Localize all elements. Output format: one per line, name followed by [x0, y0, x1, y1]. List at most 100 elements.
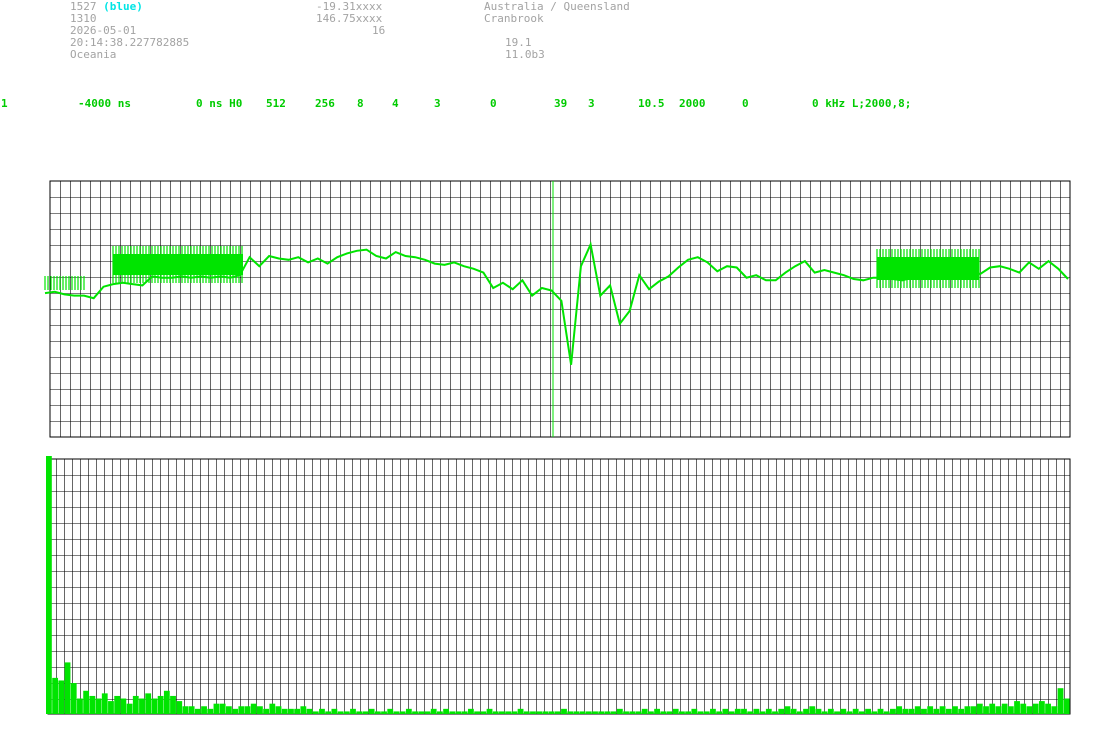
spectrum-bar [747, 711, 754, 714]
spectrum-bar [790, 708, 797, 714]
spectrum-bar [430, 708, 437, 714]
spectrum-bar [1032, 703, 1039, 714]
spectrum-bar [95, 698, 102, 714]
spectrum-bar [1020, 703, 1027, 714]
spectrum-bar [126, 703, 133, 714]
spectrum-bar [865, 708, 872, 714]
spectrum-bar [598, 711, 605, 714]
spectrum-bar [449, 711, 456, 714]
spectrum-bar [418, 711, 425, 714]
spectrum-bar [244, 706, 251, 714]
spectrum-bar [505, 711, 512, 714]
spectrum-bar [616, 708, 623, 714]
spectrum-bar [399, 711, 406, 714]
spectrum-bar [114, 695, 121, 714]
spectrum-bar [443, 708, 449, 714]
spectrum-bar [672, 708, 679, 714]
spectrum-bar [412, 711, 418, 714]
spectrum-bar [523, 711, 530, 714]
spectrum-bar [232, 708, 238, 714]
spectrum-bar [803, 708, 809, 714]
spectrum-bar [238, 706, 245, 714]
spectrum-bar [157, 695, 164, 714]
spectrum-bar [455, 711, 462, 714]
spectrum-bar [902, 708, 909, 714]
spectrum-bar [846, 711, 853, 714]
spectrum-bar [759, 711, 766, 714]
spectrum-bar [958, 708, 965, 714]
spectrum-bar [554, 711, 561, 714]
spectrum-bar [666, 711, 673, 714]
spectrum-bar [964, 706, 971, 714]
spectrum-bar [250, 703, 257, 714]
spectrum-bar [511, 711, 518, 714]
spectrum-bar [660, 711, 667, 714]
spectrum-bar [120, 698, 127, 714]
spectrum-bar [46, 456, 52, 714]
spectrum-bar [834, 711, 840, 714]
spectrum-bar [132, 695, 139, 714]
spectrum-bar [269, 703, 276, 714]
spectrum-bar [70, 683, 77, 714]
spectrum-bar [474, 711, 481, 714]
spectrum-bar [499, 711, 505, 714]
spectrum-bar [263, 708, 270, 714]
spectrum-bar [492, 711, 499, 714]
spectrum-bar [921, 708, 927, 714]
spectrum-bar [592, 711, 598, 714]
spectrum-bar [517, 708, 524, 714]
spectrum-bar [343, 711, 350, 714]
spectrum-bar [350, 708, 356, 714]
spectrum-bar [486, 708, 493, 714]
spectrum-bar [225, 706, 232, 714]
spectrum-bar [1045, 703, 1051, 714]
spectrum-bar [623, 711, 629, 714]
spectrum-bar [1001, 703, 1008, 714]
spectrum-bar [108, 701, 114, 714]
spectrum-bar [461, 711, 468, 714]
spectrum-bar [722, 708, 729, 714]
spectrum-bar [567, 711, 574, 714]
spectrum-bar [827, 708, 834, 714]
spectrum-bar [927, 706, 934, 714]
spectrum-bar [436, 711, 443, 714]
spectrum-bar [145, 693, 152, 714]
spectrum-bar [728, 711, 735, 714]
spectrum-bar [542, 711, 549, 714]
spectrum-bar [877, 708, 884, 714]
spectrum-bar [219, 703, 226, 714]
spectrum-bar [356, 711, 363, 714]
spectrum-bar [883, 711, 890, 714]
spectrum-bar [1063, 698, 1070, 714]
spectrum-bar [101, 693, 108, 714]
spectrum-bar [312, 711, 319, 714]
spectrum-bar [257, 706, 263, 714]
spectrum-bar [784, 706, 791, 714]
spectrum-bar [83, 690, 90, 714]
spectrum-bar [325, 711, 332, 714]
spectrum-bar [610, 711, 617, 714]
spectrum-bar [989, 703, 996, 714]
spectrum-bar [194, 708, 201, 714]
spectrum-bar [710, 708, 716, 714]
spectrum-bar [1038, 701, 1045, 714]
spectrum-bar [852, 708, 859, 714]
spectrum-bar [691, 708, 698, 714]
spectrum-bar [604, 711, 611, 714]
spectrum-bar [685, 711, 692, 714]
spectrum-bar [871, 711, 878, 714]
spectrum-bar [281, 708, 288, 714]
spectrum-bar [151, 698, 158, 714]
spectrum-bar [734, 708, 741, 714]
spectrum-bar [573, 711, 580, 714]
spectrum-bar [294, 708, 301, 714]
spectrum-bar [288, 708, 294, 714]
spectrum-bar [300, 706, 307, 714]
spectrum-bar [995, 706, 1002, 714]
spectrum-bar [647, 711, 654, 714]
spectrum-bar [778, 708, 785, 714]
spectrum-bar [405, 708, 412, 714]
spectrum-bar [139, 698, 145, 714]
spectrum-bar [201, 706, 207, 714]
spectrum-bar [840, 708, 847, 714]
